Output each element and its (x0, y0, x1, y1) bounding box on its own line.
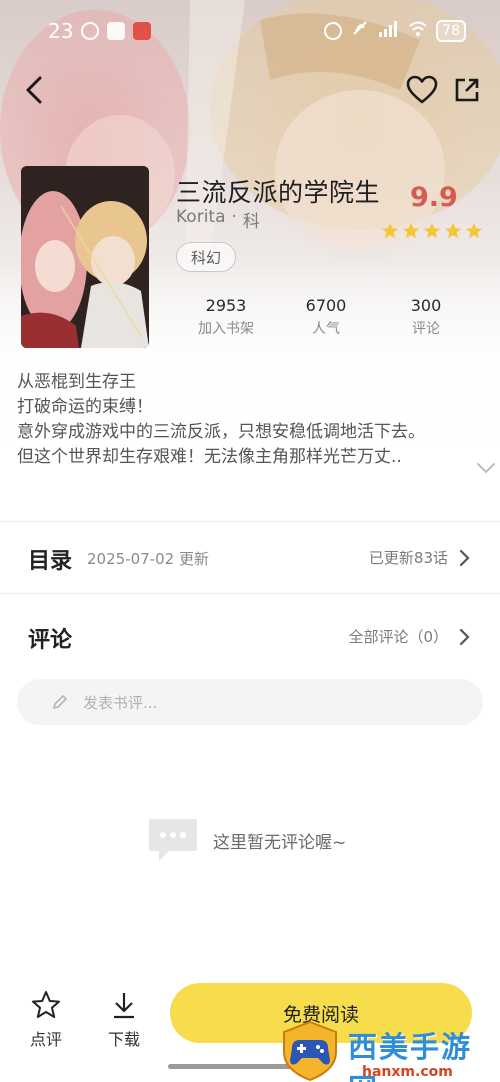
gamepad-shield-icon (283, 1020, 337, 1082)
all-comments-label: 全部评论（0） (348, 628, 448, 646)
divider (0, 521, 500, 522)
status-bar: 23 78 (0, 0, 500, 62)
rate-label: 点评 (29, 1030, 62, 1049)
comment-input-placeholder: 发表书评... (83, 693, 158, 712)
synopsis-line: 但这个世界却生存艰难！无法像主角那样光芒万丈.. (17, 447, 402, 467)
stat-label: 加入书架 (198, 321, 254, 337)
share-icon (455, 78, 479, 102)
status-time: 23 (48, 19, 74, 43)
star-icon (444, 222, 462, 239)
stat-label: 评论 (412, 321, 440, 337)
cover-art (21, 166, 149, 348)
empty-comments-text: 这里暂无评论喔~ (213, 832, 347, 853)
chevron-right-icon (459, 549, 470, 566)
genre-tag[interactable]: 科幻 (176, 242, 237, 272)
synopsis-line: 打破命运的束缚！ (17, 397, 153, 417)
all-comments-link[interactable]: 全部评论（0） (348, 626, 470, 647)
battery-indicator: 78 (436, 20, 466, 42)
stat-label: 人气 (312, 321, 340, 337)
site-watermark: 西美手游网 hanxm.com (278, 1020, 500, 1082)
book-cover[interactable] (21, 166, 149, 348)
chevron-down-icon[interactable] (475, 458, 497, 483)
stat-popularity: 6700 人气 (276, 296, 376, 338)
app-notification-icon (107, 22, 126, 40)
book-title: 三流反派的学院生 (176, 178, 381, 207)
download-button[interactable]: 下载 (94, 990, 154, 1050)
star-icon (402, 222, 420, 239)
comments-empty-state: 这里暂无评论喔~ (147, 817, 346, 863)
synopsis[interactable]: 从恶棍到生存王 打破命运的束缚！ 意外穿成游戏中的三流反派，只想安稳低调地活下去… (17, 370, 497, 474)
signal-icon (378, 19, 400, 43)
status-left: 23 (48, 19, 152, 43)
download-label: 下载 (107, 1030, 140, 1049)
back-button[interactable] (14, 70, 54, 110)
notification-icon (81, 22, 100, 40)
wifi-icon (408, 19, 428, 43)
category-short: 科 (242, 212, 260, 232)
book-stats: 2953 加入书架 6700 人气 300 评论 (176, 296, 476, 338)
toc-link[interactable]: 已更新83话 (369, 547, 470, 568)
app-notification-icon (133, 22, 152, 40)
stat-value: 2953 (205, 296, 247, 315)
author-name[interactable]: Korita (176, 207, 226, 232)
star-icon (423, 222, 441, 239)
favorite-button[interactable] (402, 70, 442, 110)
comment-input[interactable]: 发表书评... (17, 679, 483, 725)
alarm-icon (324, 22, 343, 40)
rating-stars (381, 222, 483, 240)
heart-icon (406, 75, 438, 104)
chat-bubble-icon (149, 819, 197, 861)
toc-updated-date: 2025-07-02 更新 (87, 550, 209, 568)
toc-updated-count: 已更新83话 (368, 549, 448, 567)
star-icon (465, 222, 483, 239)
author-separator: · (231, 207, 237, 227)
rating-score: 9.9 (410, 182, 458, 213)
chevron-right-icon (459, 628, 470, 645)
mute-icon (350, 19, 370, 44)
synopsis-line: 从恶棍到生存王 (17, 372, 136, 392)
author-line: Korita · 科 (176, 207, 260, 232)
toc-heading: 目录 (28, 549, 73, 574)
divider (0, 593, 500, 594)
watermark-url: hanxm.com (362, 1064, 453, 1080)
star-outline-icon (32, 991, 60, 1018)
rate-button[interactable]: 点评 (16, 990, 76, 1050)
synopsis-line: 意外穿成游戏中的三流反派，只想安稳低调地活下去。 (17, 422, 425, 442)
comments-heading: 评论 (28, 628, 73, 653)
star-icon (381, 222, 399, 239)
pencil-icon (53, 695, 67, 709)
stat-comments[interactable]: 300 评论 (376, 296, 476, 338)
stat-bookshelf: 2953 加入书架 (176, 296, 276, 338)
stat-value: 6700 (305, 296, 347, 315)
download-icon (114, 993, 134, 1019)
status-right: 78 (324, 19, 466, 44)
stat-value: 300 (410, 296, 442, 315)
chevron-left-icon (26, 76, 42, 104)
share-button[interactable] (447, 70, 487, 110)
